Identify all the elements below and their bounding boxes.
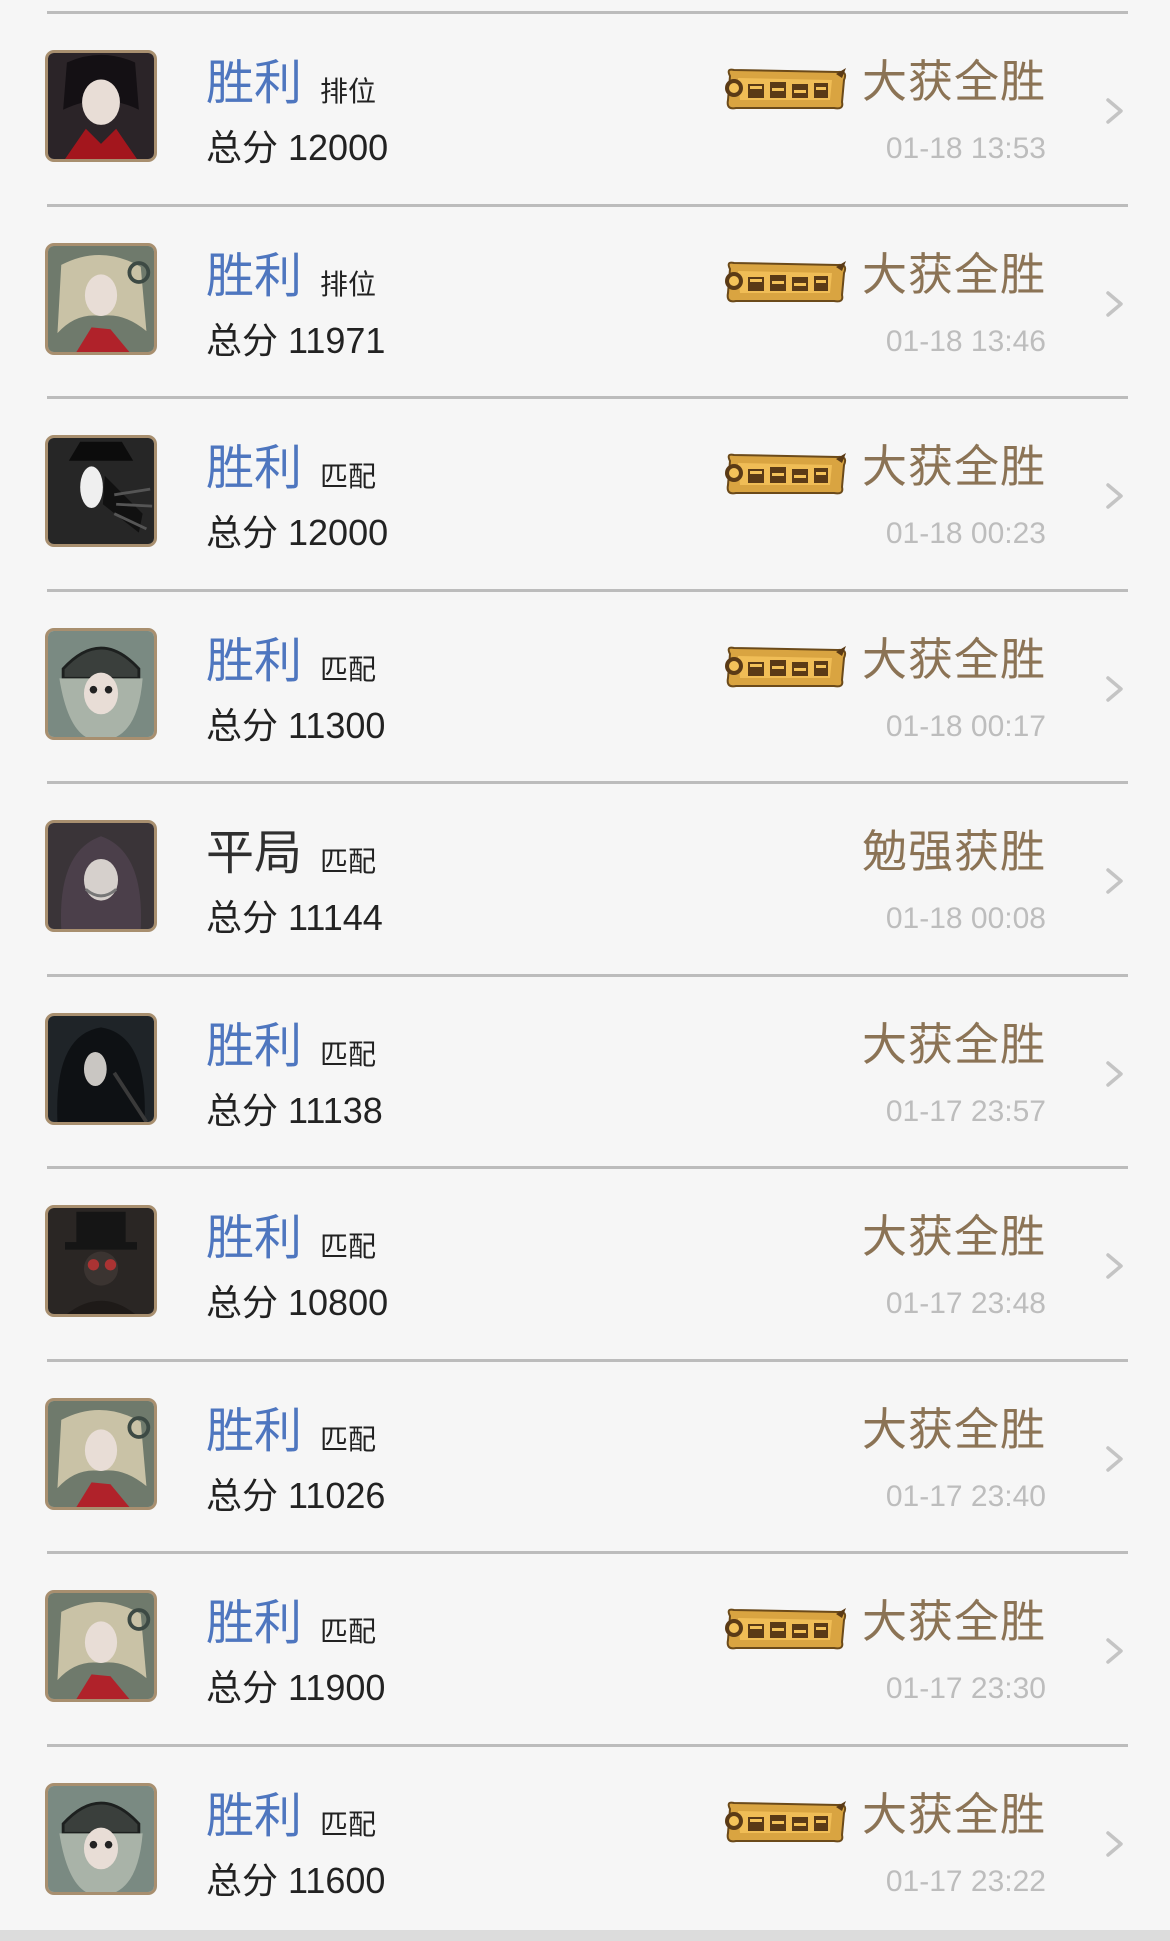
match-mode: 匹配 bbox=[320, 846, 377, 877]
avatar-blonde-red-dress bbox=[45, 242, 157, 355]
match-time: 01-17 23:40 bbox=[885, 1479, 1046, 1513]
match-time: 01-17 23:22 bbox=[885, 1864, 1046, 1898]
avatar-masked-hat-claws bbox=[45, 435, 157, 547]
match-mode: 匹配 bbox=[320, 1616, 377, 1647]
match-mode: 匹配 bbox=[320, 1808, 377, 1840]
match-time: 01-18 13:53 bbox=[885, 132, 1046, 165]
match-result: 胜利 bbox=[206, 1789, 303, 1843]
avatar-long-black-hair bbox=[45, 1012, 157, 1125]
match-result: 胜利 bbox=[206, 634, 303, 688]
match-score: 总分 11971 bbox=[206, 319, 386, 361]
outcome-label: 大获全胜 bbox=[861, 633, 1046, 685]
outcome-label: 大获全胜 bbox=[861, 1403, 1046, 1455]
outcome-label: 大获全胜 bbox=[861, 248, 1046, 300]
match-score: 总分 11600 bbox=[206, 1859, 386, 1901]
match-result: 胜利 bbox=[206, 442, 303, 495]
avatar-pale-lady-red-collar bbox=[45, 50, 157, 162]
outcome-label: 大获全胜 bbox=[861, 1018, 1046, 1070]
match-record-row[interactable]: 胜利 匹配 总分 11026 大获全胜 01-17 23:40 bbox=[0, 1362, 1170, 1551]
chevron-right-icon bbox=[1106, 1830, 1123, 1857]
match-score: 总分 10800 bbox=[206, 1282, 389, 1323]
match-result: 胜利 bbox=[206, 1404, 303, 1458]
match-record-row[interactable]: 胜利 匹配 总分 11300 大获全胜 01-18 00:17 bbox=[0, 592, 1170, 781]
match-record-row[interactable]: 平局 匹配 总分 11144 勉强获胜 01-18 00:08 bbox=[0, 784, 1170, 973]
mvp-badge-icon bbox=[725, 68, 847, 110]
outcome-label: 大获全胜 bbox=[861, 1596, 1046, 1647]
match-score: 总分 11026 bbox=[206, 1474, 386, 1516]
match-mode: 匹配 bbox=[320, 1038, 377, 1070]
chevron-right-icon bbox=[1106, 868, 1123, 894]
match-record-row[interactable]: 胜利 匹配 总分 11900 大获全胜 01-17 23:30 bbox=[0, 1554, 1170, 1743]
chevron-right-icon bbox=[1106, 290, 1123, 317]
match-mode: 匹配 bbox=[320, 461, 377, 492]
mvp-badge-icon bbox=[725, 1800, 847, 1842]
outcome-label: 勉强获胜 bbox=[861, 826, 1046, 877]
mvp-badge-icon bbox=[725, 1608, 847, 1650]
chevron-right-icon bbox=[1106, 98, 1123, 124]
match-result: 胜利 bbox=[206, 1019, 303, 1073]
match-time: 01-18 00:08 bbox=[885, 902, 1046, 935]
match-score: 总分 12000 bbox=[206, 512, 389, 553]
match-mode: 匹配 bbox=[320, 1231, 377, 1262]
match-mode: 匹配 bbox=[320, 653, 377, 685]
match-record-row[interactable]: 胜利 匹配 总分 11138 大获全胜 01-17 23:57 bbox=[0, 977, 1170, 1166]
chevron-right-icon bbox=[1106, 675, 1123, 702]
match-mode: 排位 bbox=[320, 76, 377, 107]
match-record-row[interactable]: 胜利 排位 总分 11971 大获全胜 01-18 13:46 bbox=[0, 207, 1170, 396]
match-time: 01-18 13:46 bbox=[885, 324, 1046, 358]
match-record-row[interactable]: 胜利 匹配 总分 10800 大获全胜 01-17 23:48 bbox=[0, 1169, 1170, 1358]
match-result: 平局 bbox=[206, 827, 303, 880]
chevron-right-icon bbox=[1106, 483, 1123, 509]
match-score: 总分 12000 bbox=[206, 127, 389, 168]
avatar-helmet-girl bbox=[45, 1782, 157, 1895]
match-record-row[interactable]: 胜利 匹配 总分 12000 大获全胜 01-18 00:23 bbox=[0, 399, 1170, 588]
chevron-right-icon bbox=[1106, 1445, 1123, 1472]
match-result: 胜利 bbox=[206, 249, 303, 303]
avatar-hooded-figure bbox=[45, 820, 157, 932]
outcome-label: 大获全胜 bbox=[861, 1788, 1046, 1840]
avatar-blonde-red-dress bbox=[45, 1590, 157, 1702]
mvp-badge-icon bbox=[725, 645, 847, 687]
match-score: 总分 11138 bbox=[206, 1089, 383, 1131]
match-result: 胜利 bbox=[206, 1212, 303, 1265]
match-time: 01-17 23:48 bbox=[885, 1287, 1046, 1320]
match-time: 01-17 23:57 bbox=[885, 1094, 1046, 1128]
match-time: 01-18 00:23 bbox=[885, 517, 1046, 550]
outcome-label: 大获全胜 bbox=[861, 441, 1046, 492]
outcome-label: 大获全胜 bbox=[861, 1211, 1046, 1262]
match-time: 01-18 00:17 bbox=[885, 709, 1046, 743]
mvp-badge-icon bbox=[725, 260, 847, 302]
avatar-top-hat-mask bbox=[45, 1205, 157, 1317]
match-mode: 排位 bbox=[320, 268, 377, 300]
chevron-right-icon bbox=[1106, 1060, 1123, 1087]
outcome-label: 大获全胜 bbox=[861, 56, 1046, 107]
chevron-right-icon bbox=[1106, 1253, 1123, 1279]
chevron-right-icon bbox=[1106, 1638, 1123, 1664]
avatar-blonde-red-dress bbox=[45, 1397, 157, 1510]
avatar-helmet-girl bbox=[45, 627, 157, 740]
match-result: 胜利 bbox=[206, 1597, 303, 1650]
match-mode: 匹配 bbox=[320, 1423, 377, 1455]
match-record-row[interactable]: 胜利 匹配 总分 11600 大获全胜 01-17 23:22 bbox=[0, 1747, 1170, 1936]
bottom-edge bbox=[0, 1930, 1170, 1941]
match-record-row[interactable]: 胜利 排位 总分 12000 大获全胜 01-18 13:53 bbox=[0, 14, 1170, 203]
match-score: 总分 11900 bbox=[206, 1667, 386, 1708]
mvp-badge-icon bbox=[725, 453, 847, 495]
match-score: 总分 11300 bbox=[206, 704, 386, 746]
match-time: 01-17 23:30 bbox=[885, 1672, 1046, 1705]
match-result: 胜利 bbox=[206, 57, 303, 110]
match-score: 总分 11144 bbox=[206, 897, 383, 938]
